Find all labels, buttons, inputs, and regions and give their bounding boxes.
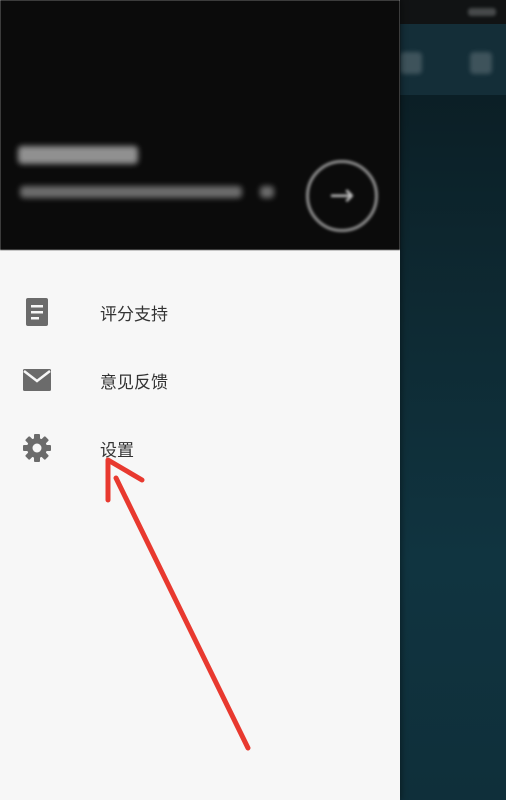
menu-item-feedback[interactable]: 意见反馈 <box>0 346 400 414</box>
menu-item-settings[interactable]: 设置 <box>0 414 400 482</box>
drawer-header: → <box>0 0 400 250</box>
menu-item-rate-support[interactable]: 评分支持 <box>0 278 400 346</box>
arrow-right-icon: → <box>329 178 355 213</box>
mail-icon <box>22 365 52 395</box>
account-subtitle <box>20 186 242 198</box>
gear-icon <box>22 433 52 463</box>
account-title <box>18 146 138 164</box>
menu-item-label: 评分支持 <box>100 304 168 325</box>
background-toolbar-icon <box>400 52 422 74</box>
menu-item-label: 设置 <box>100 440 134 461</box>
login-button[interactable]: → <box>306 160 378 232</box>
status-battery-icon <box>468 8 496 16</box>
drawer-menu: 评分支持 意见反馈 设置 <box>0 278 400 482</box>
background-toolbar-icon <box>470 52 492 74</box>
menu-item-label: 意见反馈 <box>100 372 168 393</box>
account-subtitle-extra <box>260 186 274 198</box>
navigation-drawer: → 评分支持 意见反馈 设置 <box>0 0 400 800</box>
background-content <box>392 0 506 800</box>
document-icon <box>22 297 52 327</box>
